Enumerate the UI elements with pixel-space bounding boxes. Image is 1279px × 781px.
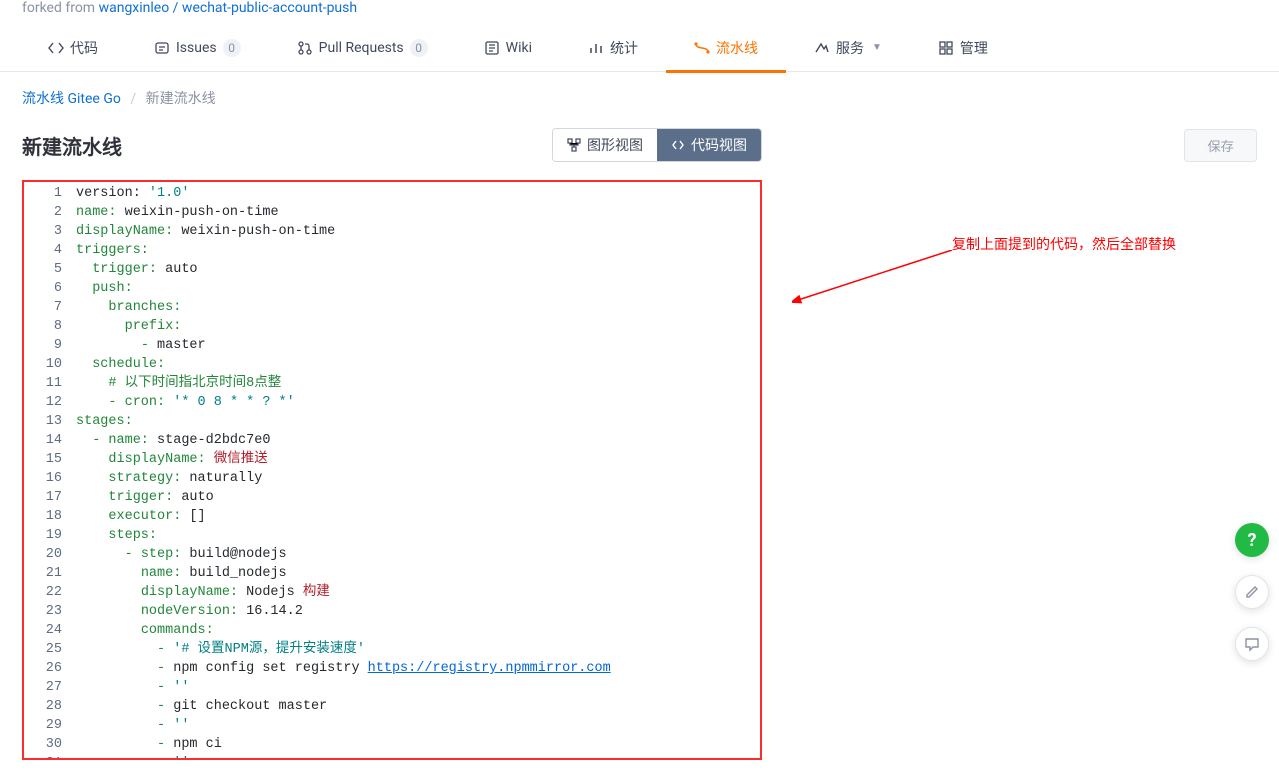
view-switch: 图形视图 代码视图: [552, 128, 762, 162]
page-title: 新建流水线: [22, 131, 122, 160]
code-icon: [48, 40, 64, 56]
tab-services[interactable]: 服务 ▼: [786, 24, 910, 72]
code-view-button[interactable]: 代码视图: [657, 129, 761, 161]
manage-icon: [938, 40, 954, 56]
tab-issues[interactable]: Issues 0: [126, 24, 269, 72]
tab-prs[interactable]: Pull Requests 0: [269, 24, 456, 72]
prs-count: 0: [410, 39, 428, 57]
stats-icon: [588, 40, 604, 56]
code-icon: [671, 138, 685, 152]
breadcrumb: 流水线 Gitee Go / 新建流水线: [22, 88, 1257, 108]
forked-from: forked from wangxinleo / wechat-public-a…: [0, 0, 1279, 24]
forked-repo-link[interactable]: wangxinleo / wechat-public-account-push: [99, 0, 358, 16]
tab-pipeline[interactable]: 流水线: [666, 24, 786, 72]
pr-icon: [297, 40, 313, 56]
chevron-down-icon: ▼: [872, 42, 882, 53]
annotation-text: 复制上面提到的代码，然后全部替换: [952, 234, 1176, 254]
tab-code[interactable]: 代码: [20, 24, 126, 72]
graphic-view-button[interactable]: 图形视图: [553, 129, 657, 161]
crumb-current: 新建流水线: [146, 91, 216, 107]
floating-actions: ?: [1235, 523, 1269, 661]
services-icon: [814, 40, 830, 56]
issues-icon: [154, 40, 170, 56]
tab-stats[interactable]: 统计: [560, 24, 666, 72]
feedback-fab[interactable]: [1235, 575, 1269, 609]
pipeline-icon: [694, 40, 710, 56]
chat-fab[interactable]: [1235, 627, 1269, 661]
edit-icon: [1244, 584, 1260, 600]
tab-wiki[interactable]: Wiki: [456, 24, 560, 72]
yaml-editor[interactable]: 1234567891011121314151617181920212223242…: [22, 180, 762, 760]
crumb-root[interactable]: 流水线 Gitee Go: [22, 91, 121, 107]
code-content[interactable]: version: '1.0'name: weixin-push-on-timed…: [70, 182, 760, 758]
annotation-arrow: [792, 250, 972, 310]
issues-count: 0: [223, 39, 241, 57]
repo-tabs: 代码 Issues 0 Pull Requests 0 Wiki 统计 流水线 …: [0, 24, 1279, 72]
help-fab[interactable]: ?: [1235, 523, 1269, 557]
diagram-icon: [567, 138, 581, 152]
line-gutter: 1234567891011121314151617181920212223242…: [24, 182, 70, 758]
wiki-icon: [484, 40, 500, 56]
chat-icon: [1244, 636, 1260, 652]
save-button[interactable]: 保存: [1184, 129, 1257, 162]
tab-manage[interactable]: 管理: [910, 24, 1016, 72]
